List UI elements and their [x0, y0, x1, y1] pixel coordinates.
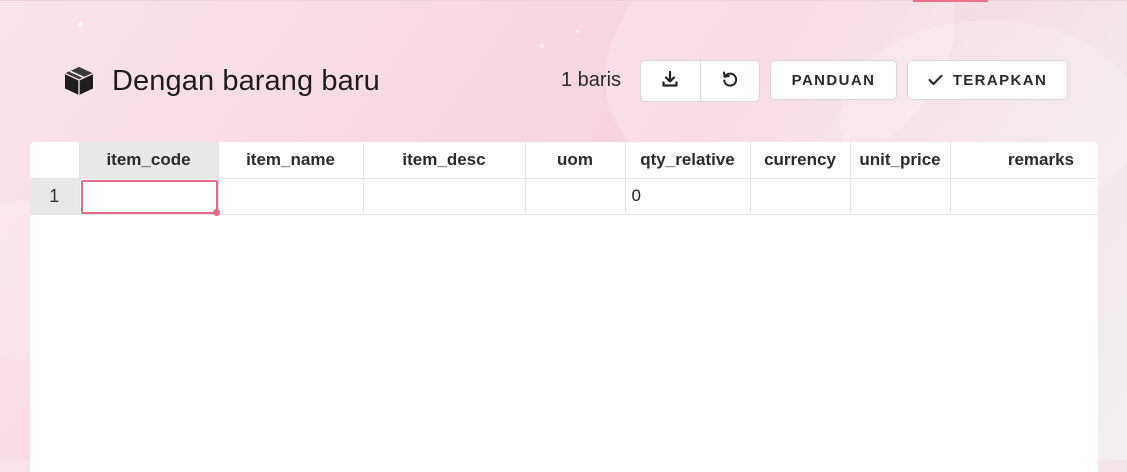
reset-button[interactable] — [699, 61, 760, 101]
cell-item-code[interactable] — [79, 178, 220, 216]
page-header: Dengan barang baru 1 baris PANDUAN TERAP… — [0, 58, 1127, 104]
title-group: Dengan barang baru — [62, 62, 380, 100]
column-header-uom[interactable]: uom — [525, 142, 626, 179]
cell-unit-price[interactable] — [850, 178, 951, 215]
row-count: 1 baris — [561, 69, 622, 91]
undo-icon — [721, 70, 739, 93]
column-header-currency[interactable]: currency — [750, 142, 851, 179]
column-header-remarks[interactable]: remarks — [950, 142, 1098, 179]
apply-button[interactable]: TERAPKAN — [907, 60, 1068, 100]
fill-handle[interactable] — [212, 208, 220, 216]
guide-button-label: PANDUAN — [791, 71, 876, 89]
row-number[interactable]: 1 — [30, 178, 80, 215]
column-header-item-code[interactable]: item_code — [79, 142, 219, 179]
table-row: 1 0 — [30, 178, 1098, 216]
column-header-item-name[interactable]: item_name — [218, 142, 364, 179]
corner-cell[interactable] — [30, 142, 80, 179]
background-sparkle — [576, 30, 579, 33]
background-sparkle — [540, 44, 544, 48]
cell-currency[interactable] — [750, 178, 851, 215]
cell-uom[interactable] — [525, 178, 626, 215]
cell-item-name[interactable] — [218, 178, 364, 215]
check-icon — [928, 74, 943, 86]
cell-remarks[interactable] — [950, 178, 1098, 215]
column-header-unit-price[interactable]: unit_price — [850, 142, 951, 179]
spreadsheet-table: item_code item_name item_desc uom qty_re… — [30, 142, 1098, 216]
download-icon — [661, 70, 679, 93]
apply-button-label: TERAPKAN — [952, 71, 1048, 89]
guide-button[interactable]: PANDUAN — [770, 60, 897, 100]
background-sparkle — [78, 22, 83, 27]
download-button[interactable] — [641, 61, 700, 101]
selection-outline — [80, 179, 220, 216]
column-header-item-desc[interactable]: item_desc — [363, 142, 526, 179]
header-row: item_code item_name item_desc uom qty_re… — [30, 142, 1098, 179]
data-grid: item_code item_name item_desc uom qty_re… — [30, 142, 1098, 472]
active-tab-indicator — [913, 0, 988, 2]
toolbar-icon-group — [640, 60, 760, 102]
page-title: Dengan barang baru — [112, 64, 380, 97]
cell-qty-relative[interactable]: 0 — [625, 178, 751, 215]
package-icon — [62, 64, 96, 98]
cell-item-desc[interactable] — [363, 178, 526, 215]
column-header-qty-relative[interactable]: qty_relative — [625, 142, 751, 179]
